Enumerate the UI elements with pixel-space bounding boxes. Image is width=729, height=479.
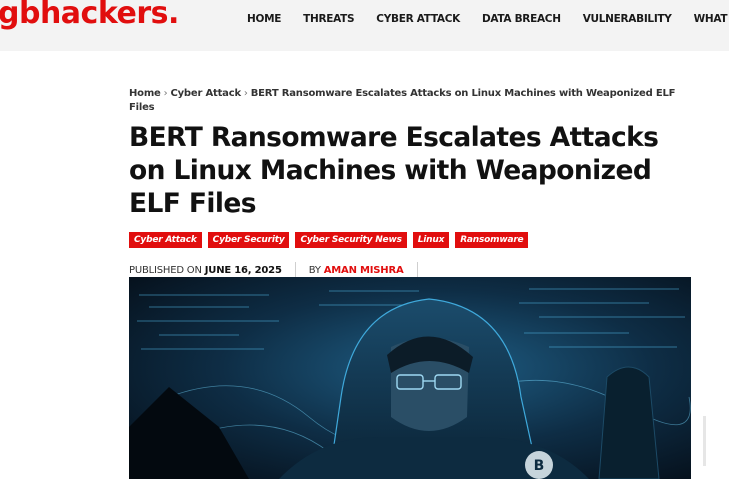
- author-link[interactable]: AMAN MISHRA: [324, 265, 404, 276]
- article-title: BERT Ransomware Escalates Attacks on Lin…: [129, 122, 659, 219]
- category-tag-linux[interactable]: Linux: [412, 232, 450, 248]
- svg-text:B: B: [534, 458, 545, 474]
- nav-vulnerability[interactable]: VULNERABILITY: [583, 13, 672, 25]
- featured-image: B: [129, 277, 691, 479]
- hooded-hacker-illustration: B: [129, 277, 691, 479]
- by-label: BY: [308, 264, 321, 276]
- article-meta: PUBLISHED ON JUNE 16, 2025 BY AMAN MISHR…: [129, 262, 431, 278]
- category-tag-ransomware[interactable]: Ransomware: [455, 232, 529, 248]
- category-tags: Cyber Attack Cyber Security Cyber Securi…: [129, 232, 534, 248]
- breadcrumb-separator: ›: [243, 88, 248, 99]
- site-logo[interactable]: gbhackers.: [0, 0, 179, 31]
- breadcrumb-separator: ›: [163, 88, 168, 99]
- meta-divider: [294, 262, 296, 278]
- nav-home[interactable]: HOME: [247, 13, 281, 25]
- breadcrumb-cyber-attack[interactable]: Cyber Attack: [170, 88, 241, 99]
- meta-divider: [416, 262, 418, 278]
- nav-what-is[interactable]: WHAT IS: [694, 13, 729, 25]
- breadcrumb-home[interactable]: Home: [129, 88, 161, 99]
- published-date: JUNE 16, 2025: [204, 264, 282, 276]
- site-header: gbhackers. HOME THREATS CYBER ATTACK DAT…: [0, 0, 729, 51]
- category-tag-cyber-security-news[interactable]: Cyber Security News: [295, 232, 407, 248]
- published-label: PUBLISHED ON: [129, 264, 202, 276]
- page-edge-shadow: [703, 416, 706, 466]
- main-nav: HOME THREATS CYBER ATTACK DATA BREACH VU…: [247, 13, 729, 25]
- nav-data-breach[interactable]: DATA BREACH: [482, 13, 561, 25]
- nav-threats[interactable]: THREATS: [303, 13, 354, 25]
- category-tag-cyber-security[interactable]: Cyber Security: [207, 232, 290, 248]
- breadcrumb: Home › Cyber Attack › BERT Ransomware Escala…: [129, 87, 689, 115]
- category-tag-cyber-attack[interactable]: Cyber Attack: [129, 232, 202, 248]
- nav-cyber-attack[interactable]: CYBER ATTACK: [376, 13, 460, 25]
